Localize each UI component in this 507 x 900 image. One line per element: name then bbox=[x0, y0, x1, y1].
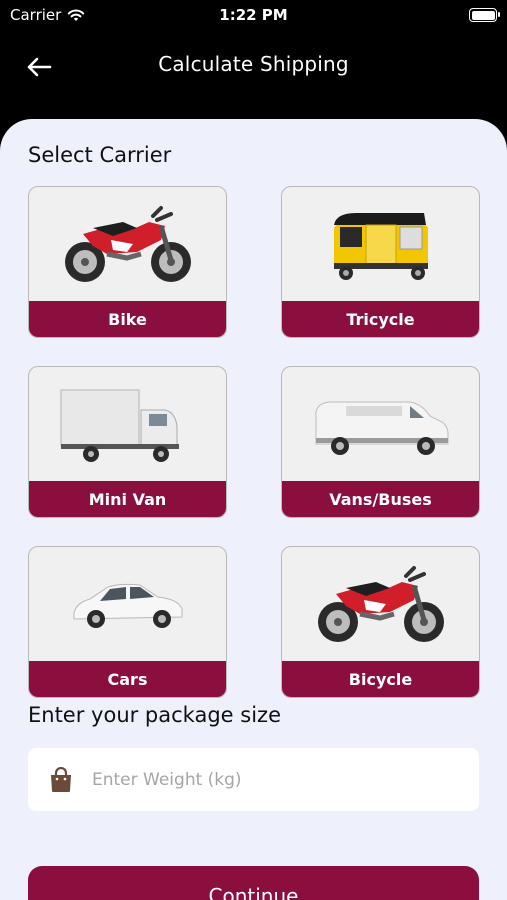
motorcycle-icon bbox=[29, 187, 226, 303]
carrier-label-bike: Bike bbox=[29, 301, 226, 337]
content-sheet: Select Carrier Bike Tricycle Mini Van Va… bbox=[0, 119, 507, 900]
motorcycle-icon bbox=[282, 547, 479, 663]
carrier-label-tricycle: Tricycle bbox=[282, 301, 479, 337]
weight-input[interactable] bbox=[92, 769, 432, 790]
carrier-label-cars: Cars bbox=[29, 661, 226, 697]
van-icon bbox=[282, 367, 479, 483]
carrier-option-bicycle[interactable]: Bicycle bbox=[281, 546, 480, 698]
carrier-option-bike[interactable]: Bike bbox=[28, 186, 227, 338]
battery-icon bbox=[469, 8, 500, 22]
auto-rickshaw-icon bbox=[282, 187, 479, 303]
carrier-option-tricycle[interactable]: Tricycle bbox=[281, 186, 480, 338]
carrier-option-cars[interactable]: Cars bbox=[28, 546, 227, 698]
car-icon bbox=[29, 547, 226, 663]
carrier-label-mini-van: Mini Van bbox=[29, 481, 226, 517]
box-truck-icon bbox=[29, 367, 226, 483]
carrier-option-mini-van[interactable]: Mini Van bbox=[28, 366, 227, 518]
nav-bar: Calculate Shipping bbox=[0, 40, 507, 94]
carrier-label-bicycle: Bicycle bbox=[282, 661, 479, 697]
page-title: Calculate Shipping bbox=[158, 52, 349, 76]
carrier-option-vans-buses[interactable]: Vans/Buses bbox=[281, 366, 480, 518]
status-time: 1:22 PM bbox=[219, 6, 288, 24]
continue-button[interactable]: Continue bbox=[28, 866, 479, 900]
package-size-title: Enter your package size bbox=[28, 703, 281, 727]
weight-field[interactable] bbox=[28, 748, 479, 811]
carrier-label-vans-buses: Vans/Buses bbox=[282, 481, 479, 517]
status-bar: Carrier 1:22 PM bbox=[0, 0, 507, 34]
shopping-bag-icon bbox=[48, 766, 74, 794]
select-carrier-title: Select Carrier bbox=[28, 143, 172, 167]
